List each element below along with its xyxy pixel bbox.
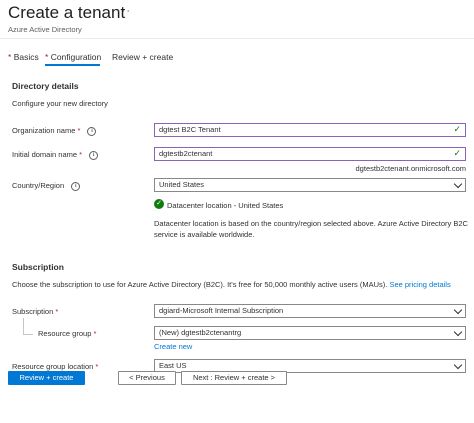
datacenter-status: Datacenter location - United States [167,201,284,210]
location-label-text: Resource group location [12,362,94,371]
chevron-down-icon [453,305,463,315]
country-label-text: Country/Region [12,181,65,190]
country-label: Country/Region i [12,181,81,191]
checkmark-icon: ✓ [453,148,461,158]
tab-review-create-label: Review + create [112,52,174,62]
create-new-link[interactable]: Create new [154,342,192,351]
subscription-description-text: Choose the subscription to use for Azure… [12,280,388,289]
org-name-input[interactable]: dgtest B2C Tenant ✓ [154,123,466,137]
required-marker: * [45,52,49,62]
info-icon[interactable]: i [89,150,99,160]
subscription-description: Choose the subscription to use for Azure… [12,280,451,289]
subscription-label: Subscription * [12,307,58,316]
resource-group-label: Resource group * [38,329,96,338]
active-tab-indicator [45,64,100,66]
info-icon[interactable]: i [71,181,81,191]
tab-basics[interactable]: * Basics [8,52,39,62]
info-icon[interactable]: i [87,126,97,136]
org-name-label-text: Organization name [12,126,76,135]
required-marker: * [93,329,97,338]
domain-label-text: Initial domain name [12,150,78,159]
datacenter-note-line1: Datacenter location is based on the coun… [154,219,468,228]
country-select[interactable]: United States [154,178,466,192]
domain-input[interactable]: dgtestb2ctenant ✓ [154,147,466,161]
chevron-down-icon [453,179,463,189]
org-name-value: dgtest B2C Tenant [159,125,221,134]
required-marker: * [79,150,83,159]
resource-group-select[interactable]: (New) dgtestb2ctenantrg [154,326,466,340]
domain-label: Initial domain name * i [12,150,99,160]
tab-basics-label: Basics [13,52,39,62]
subscription-label-text: Subscription [12,307,54,316]
required-marker: * [8,52,12,62]
subscription-value: dgiard-Microsoft Internal Subscription [159,306,284,315]
datacenter-note-line2: service is available worldwide. [154,230,255,239]
directory-details-heading: Directory details [12,81,79,91]
subscription-heading: Subscription [12,262,64,272]
tab-configuration-label: Configuration [50,52,102,62]
chevron-down-icon [453,327,463,337]
directory-description: Configure your new directory [12,99,108,108]
resource-group-label-text: Resource group [38,329,92,338]
tab-configuration[interactable]: * Configuration [45,52,101,62]
chevron-down-icon [453,360,463,370]
subscription-select[interactable]: dgiard-Microsoft Internal Subscription [154,304,466,318]
tree-connector [23,334,33,335]
pricing-details-link[interactable]: See pricing details [389,280,450,289]
tab-review-create[interactable]: Review + create [112,52,173,62]
domain-suffix: dgtestb2ctenant.onmicrosoft.com [355,164,466,173]
location-value: East US [159,361,187,370]
org-name-label: Organization name * i [12,126,97,136]
success-check-icon: ✓ [154,199,164,209]
previous-button[interactable]: < Previous [118,371,176,385]
page-subtitle: Azure Active Directory [8,25,82,34]
page-title: Create a tenant [8,3,126,22]
review-create-button[interactable]: Review + create [8,371,85,385]
checkmark-icon: ✓ [453,124,461,134]
tree-connector [23,318,24,334]
domain-value: dgtestb2ctenant [159,149,213,158]
required-marker: * [95,362,99,371]
next-button[interactable]: Next : Review + create > [181,371,287,385]
header-divider [0,38,474,39]
required-marker: * [77,126,81,135]
country-value: United States [159,180,205,189]
resource-group-value: (New) dgtestb2ctenantrg [159,328,242,337]
location-label: Resource group location * [12,362,98,371]
required-marker: * [55,307,59,316]
more-options-icon[interactable]: ··· [117,5,131,17]
